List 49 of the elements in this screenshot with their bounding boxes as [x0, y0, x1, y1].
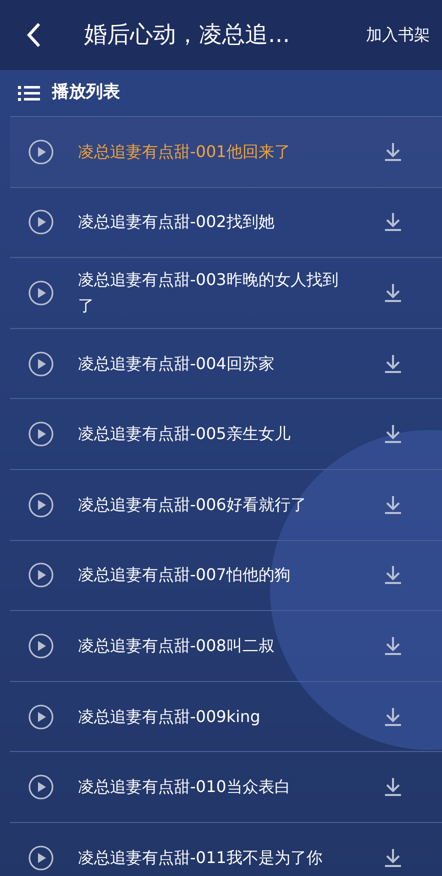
- episode-title: 凌总追妻有点甜-009king: [78, 706, 262, 728]
- play-icon[interactable]: [28, 844, 54, 871]
- download-icon[interactable]: [384, 142, 402, 162]
- play-icon[interactable]: [28, 492, 54, 518]
- download-icon[interactable]: [384, 424, 402, 444]
- play-icon[interactable]: [28, 209, 54, 236]
- download-icon[interactable]: [384, 706, 402, 727]
- episode-title: 凌总追妻有点甜-004回苏家: [78, 352, 276, 375]
- episode-row[interactable]: 凌总追妻有点甜-003昨晚的女人找到了: [10, 257, 442, 328]
- list-icon: [18, 85, 40, 101]
- episode-title: 凌总追妻有点甜-011我不是为了你: [78, 846, 324, 869]
- download-icon[interactable]: [384, 565, 402, 586]
- download-icon[interactable]: [384, 282, 402, 303]
- back-icon: [26, 22, 42, 48]
- episode-title: 凌总追妻有点甜-003昨晚的女人找到了: [78, 268, 340, 317]
- episode-row[interactable]: 凌总追妻有点甜-002找到她: [10, 186, 442, 258]
- episode-title: 凌总追妻有点甜-008叫二叔: [78, 634, 276, 657]
- play-icon[interactable]: [28, 774, 54, 800]
- episode-title: 凌总追妻有点甜-006好看就行了: [78, 494, 308, 516]
- play-icon[interactable]: [28, 632, 54, 659]
- play-icon[interactable]: [28, 562, 54, 588]
- episode-row[interactable]: 凌总追妻有点甜-005亲生女儿: [10, 398, 442, 469]
- episode-title: 凌总追妻有点甜-007怕他的狗: [78, 564, 292, 586]
- download-icon[interactable]: [384, 494, 402, 515]
- download-icon[interactable]: [384, 636, 402, 656]
- download-icon[interactable]: [384, 848, 402, 868]
- download-icon[interactable]: [384, 212, 402, 232]
- episode-row[interactable]: 凌总追妻有点甜-008叫二叔: [10, 610, 442, 681]
- download-icon[interactable]: [384, 777, 402, 798]
- page-title: 婚后心动，凌总追...: [84, 20, 290, 50]
- episode-row[interactable]: 凌总追妻有点甜-009king: [10, 680, 442, 752]
- play-icon[interactable]: [28, 350, 54, 377]
- episode-row[interactable]: 凌总追妻有点甜-004回苏家: [10, 328, 442, 398]
- episode-title: 凌总追妻有点甜-010当众表白: [78, 776, 292, 798]
- play-icon[interactable]: [28, 138, 54, 165]
- episode-title: 凌总追妻有点甜-005亲生女儿: [78, 423, 292, 446]
- download-icon[interactable]: [384, 354, 402, 374]
- episode-row[interactable]: 凌总追妻有点甜-011我不是为了你: [10, 822, 442, 876]
- episode-row[interactable]: 凌总追妻有点甜-007怕他的狗: [10, 540, 442, 610]
- play-icon[interactable]: [28, 421, 54, 448]
- play-icon[interactable]: [28, 280, 54, 306]
- add-to-shelf-button[interactable]: 加入书架: [366, 23, 430, 47]
- episode-title: 凌总追妻有点甜-002找到她: [78, 211, 276, 234]
- playlist-title: 播放列表: [52, 81, 120, 104]
- episode-title: 凌总追妻有点甜-001他回来了: [78, 140, 292, 163]
- episode-row[interactable]: 凌总追妻有点甜-010当众表白: [10, 751, 442, 822]
- play-icon[interactable]: [28, 704, 54, 730]
- episode-row[interactable]: 凌总追妻有点甜-006好看就行了: [10, 468, 442, 540]
- episode-row[interactable]: 凌总追妻有点甜-001他回来了: [10, 116, 442, 187]
